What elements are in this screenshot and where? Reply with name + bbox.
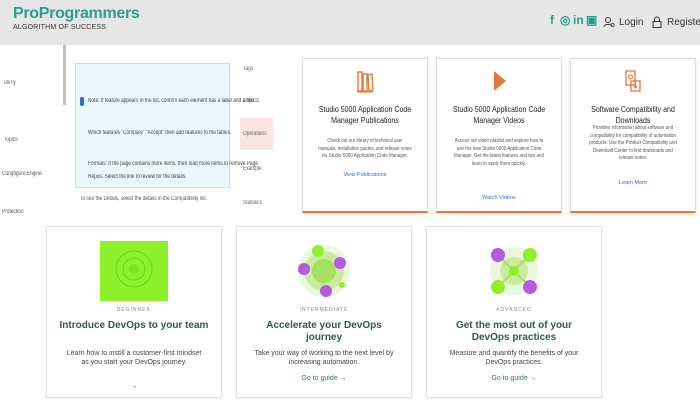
guide-card-beginner[interactable]: BEGINNER Introduce DevOps to your team L… — [46, 226, 222, 398]
card-link[interactable]: Learn More — [571, 180, 695, 186]
left-nav-item[interactable]: uniTy — [4, 80, 15, 86]
left-nav-item[interactable]: Protection — [2, 209, 24, 215]
doc-line: Note: If feature appears in the list, co… — [88, 98, 256, 104]
play-icon — [494, 71, 506, 91]
beginner-illustration — [100, 241, 168, 301]
section-nav-item[interactable]: Objects — [243, 98, 259, 104]
doc-line: Repos: Select the link to review for the… — [88, 174, 187, 180]
user-icon — [603, 17, 615, 28]
doc-line: Which features "Compare" "Accept" then a… — [88, 130, 232, 136]
doc-snippet: Note: If feature appears in the list, co… — [75, 63, 259, 188]
guide-title: Accelerate your DevOps journey — [266, 320, 382, 343]
resource-card[interactable]: Studio 5000 Application Code Manager Pub… — [302, 58, 428, 213]
card-link[interactable]: Watch Videos — [437, 195, 561, 201]
section-nav-item[interactable]: Example — [243, 166, 262, 172]
guide-level: ADVANCED — [496, 307, 532, 313]
resource-card[interactable]: Software Compatibility and Downloads Pro… — [570, 58, 696, 213]
lock-icon — [652, 16, 662, 28]
card-description: Check out our library of technical user … — [318, 138, 412, 159]
login-label: Login — [619, 16, 644, 28]
left-nav: uniTy Topics Congfigure Engine Protectio… — [0, 60, 62, 235]
section-nav-item[interactable]: Operations — [243, 131, 266, 137]
guide-level: INTERMEDIATE — [299, 307, 349, 313]
social-links: f ◎ in ▣ — [547, 13, 597, 27]
card-title: Software Compatibility and Downloads — [591, 105, 675, 125]
section-nav-item[interactable]: Tags — [243, 66, 253, 72]
card-description: Provides information about software and … — [589, 125, 677, 161]
guide-card-intermediate[interactable]: INTERMEDIATE Accelerate your DevOps jour… — [236, 226, 412, 398]
info-marker — [80, 97, 84, 106]
site-header: ProProgrammers ALGORITHM OF SUCCESS f ◎ … — [0, 0, 700, 45]
register-label: Register — [667, 16, 700, 28]
guide-description: Learn how to instill a customer-first mi… — [66, 350, 202, 366]
guide-level: BEGINNER — [116, 307, 152, 313]
card-title: Studio 5000 Application Code Manager Vid… — [452, 105, 546, 125]
instagram-icon[interactable]: ◎ — [560, 13, 570, 27]
register-link[interactable]: Register — [651, 16, 700, 28]
card-title: Studio 5000 Application Code Manager Pub… — [318, 105, 412, 125]
login-link[interactable]: Login — [603, 16, 643, 28]
brand-logo[interactable]: ProProgrammers ALGORITHM OF SUCCESS — [13, 5, 140, 31]
brand-tagline: ALGORITHM OF SUCCESS — [13, 24, 107, 31]
section-nav-item[interactable]: Statistics — [243, 200, 262, 206]
doc-line: Formats: If the page contains more items… — [88, 161, 260, 167]
guide-card-advanced[interactable]: ADVANCED Get the most out of your DevOps… — [426, 226, 602, 398]
resource-card[interactable]: Studio 5000 Application Code Manager Vid… — [436, 58, 562, 213]
left-nav-item[interactable]: Congfigure Engine — [2, 171, 42, 177]
guide-link[interactable]: Go to guide → — [427, 375, 601, 382]
guide-description: Measure and quantify the benefits of you… — [449, 350, 579, 366]
guide-link[interactable]: Go to guide → — [237, 375, 411, 382]
linkedin-icon[interactable]: in — [573, 13, 584, 27]
guide-title: Get the most out of your DevOps practice… — [455, 320, 573, 343]
facebook-icon[interactable]: f — [547, 13, 557, 27]
left-nav-item[interactable]: Topics — [4, 137, 18, 143]
card-link[interactable]: View Publications — [303, 172, 427, 178]
intermediate-illustration — [298, 245, 350, 297]
advanced-illustration — [490, 247, 538, 295]
doc-footer: To see the Details, select the details i… — [80, 196, 207, 202]
download-icon — [625, 70, 641, 92]
guide-title: Introduce DevOps to your team — [59, 320, 209, 331]
youtube-icon[interactable]: ▣ — [586, 13, 597, 27]
card-description: Access our video playlist and explore ho… — [453, 138, 545, 167]
books-icon — [357, 71, 374, 93]
brand-name: ProProgrammers — [13, 5, 140, 22]
guide-link[interactable]: → — [47, 383, 221, 390]
scrollbar[interactable] — [63, 45, 66, 105]
guide-description: Take your way of working to the next lev… — [254, 350, 394, 366]
